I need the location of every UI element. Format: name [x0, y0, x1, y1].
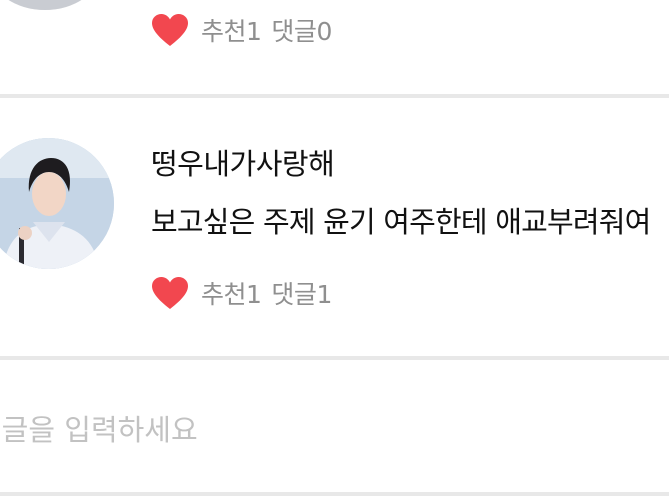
like-label: 추천	[201, 280, 247, 309]
avatar[interactable]	[0, 138, 114, 269]
comment-input[interactable]	[0, 405, 655, 455]
reply-label: 댓글	[271, 280, 317, 309]
reply-count: 0	[316, 17, 332, 46]
divider	[0, 492, 669, 496]
heart-icon[interactable]	[151, 13, 189, 47]
comment-text: 보고싶은 주제 윤기 여주한테 애교부려줘여	[151, 205, 651, 239]
comments-page: 추천1 댓글0 떵우내가사랑해 보고싶은 주제 윤기 여주한테 애교부려줘여 추…	[0, 0, 669, 502]
divider	[0, 356, 669, 360]
meta-text: 추천1 댓글0	[201, 12, 332, 48]
like-label: 추천	[201, 17, 247, 46]
like-count: 1	[246, 17, 262, 46]
comment-username[interactable]: 떵우내가사랑해	[151, 141, 335, 183]
reply-count: 1	[316, 280, 332, 309]
divider	[0, 94, 669, 98]
meta-text: 추천1 댓글1	[201, 275, 332, 311]
heart-icon[interactable]	[151, 276, 189, 310]
avatar[interactable]	[0, 0, 100, 10]
reply-label: 댓글	[271, 17, 317, 46]
like-count: 1	[246, 280, 262, 309]
comment-meta: 추천1 댓글1	[151, 273, 332, 313]
comment-meta: 추천1 댓글0	[151, 10, 332, 50]
reply-link[interactable]: 댓글0	[271, 17, 332, 46]
reply-link[interactable]: 댓글1	[271, 280, 332, 309]
